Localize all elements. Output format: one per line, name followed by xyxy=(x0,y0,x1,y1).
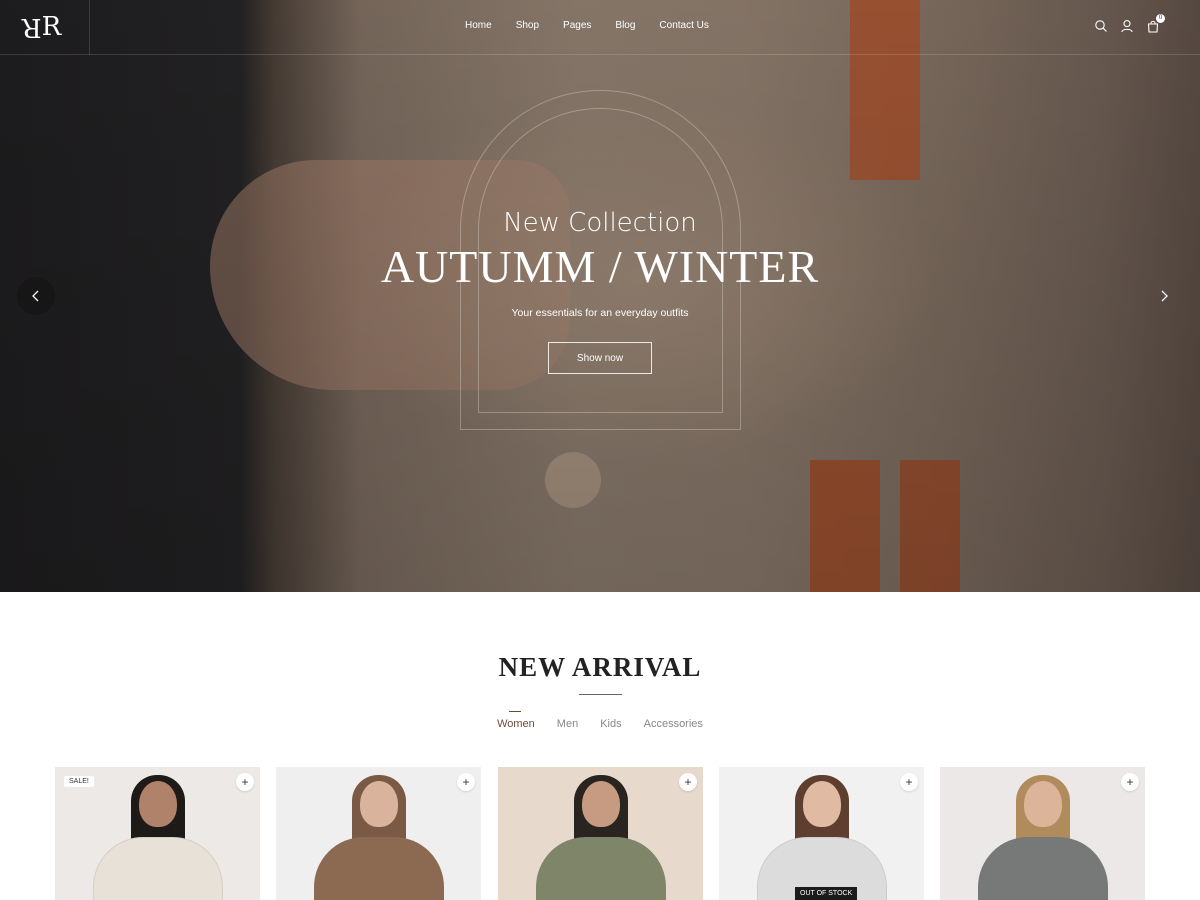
tab-men[interactable]: Men xyxy=(557,718,578,730)
model-face xyxy=(1024,781,1062,827)
product-card[interactable]: OUT OF STOCK + xyxy=(719,767,924,900)
model-face xyxy=(582,781,620,827)
cart-icon[interactable]: 0 xyxy=(1146,14,1165,33)
nav-blog[interactable]: Blog xyxy=(615,20,635,31)
product-card[interactable]: + xyxy=(940,767,1145,900)
user-icon[interactable] xyxy=(1120,19,1134,33)
nav-shop[interactable]: Shop xyxy=(516,20,539,31)
slider-next-button[interactable] xyxy=(1145,277,1183,315)
quick-add-button[interactable]: + xyxy=(679,773,697,791)
section-divider xyxy=(579,694,622,695)
cart-count-badge: 0 xyxy=(1156,14,1165,23)
chevron-left-icon xyxy=(32,290,39,302)
model-face xyxy=(139,781,177,827)
slider-prev-button[interactable] xyxy=(17,277,55,315)
hero-banner: RR Home Shop Pages Blog Contact Us 0 New… xyxy=(0,0,1200,592)
hero-title-big: AUTUMM / WINTER xyxy=(380,241,820,292)
product-image xyxy=(276,767,481,900)
quick-add-button[interactable]: + xyxy=(457,773,475,791)
section-title: NEW ARRIVAL xyxy=(498,652,702,682)
product-image xyxy=(719,767,924,900)
hero-subtitle: Your essentials for an everyday outfits xyxy=(511,307,689,319)
quick-add-button[interactable]: + xyxy=(1121,773,1139,791)
nav-pages[interactable]: Pages xyxy=(563,20,591,31)
logo-mirror-letter: R xyxy=(26,12,42,42)
tab-accessories[interactable]: Accessories xyxy=(644,718,703,730)
product-card[interactable]: + xyxy=(498,767,703,900)
model-outfit xyxy=(314,837,444,900)
search-icon[interactable] xyxy=(1094,19,1108,33)
model-outfit xyxy=(93,837,223,900)
logo-container: RR xyxy=(0,0,90,55)
quick-add-button[interactable]: + xyxy=(236,773,254,791)
product-grid: SALE! + + + OUT OF STOCK + + xyxy=(55,767,1145,900)
logo-letter: R xyxy=(41,12,61,42)
site-header: RR Home Shop Pages Blog Contact Us 0 xyxy=(0,0,1200,55)
product-image xyxy=(940,767,1145,900)
tab-women[interactable]: Women xyxy=(497,711,535,730)
product-image xyxy=(498,767,703,900)
sale-badge: SALE! xyxy=(64,776,94,787)
product-card[interactable]: SALE! + xyxy=(55,767,260,900)
model-face xyxy=(360,781,398,827)
out-of-stock-badge: OUT OF STOCK xyxy=(795,887,858,900)
header-actions: 0 xyxy=(1094,14,1165,33)
quick-add-button[interactable]: + xyxy=(900,773,918,791)
main-nav: Home Shop Pages Blog Contact Us xyxy=(465,20,733,31)
chevron-right-icon xyxy=(1161,290,1168,302)
product-card[interactable]: + xyxy=(276,767,481,900)
nav-home[interactable]: Home xyxy=(465,20,492,31)
tab-kids[interactable]: Kids xyxy=(600,718,621,730)
category-tabs: Women Men Kids Accessories xyxy=(0,711,1200,730)
show-now-button[interactable]: Show now xyxy=(548,342,652,374)
model-face xyxy=(803,781,841,827)
nav-contact[interactable]: Contact Us xyxy=(659,20,708,31)
model-outfit xyxy=(536,837,666,900)
model-outfit xyxy=(978,837,1108,900)
site-logo[interactable]: RR xyxy=(26,12,61,42)
hero-title-small: New Collection xyxy=(503,208,697,238)
